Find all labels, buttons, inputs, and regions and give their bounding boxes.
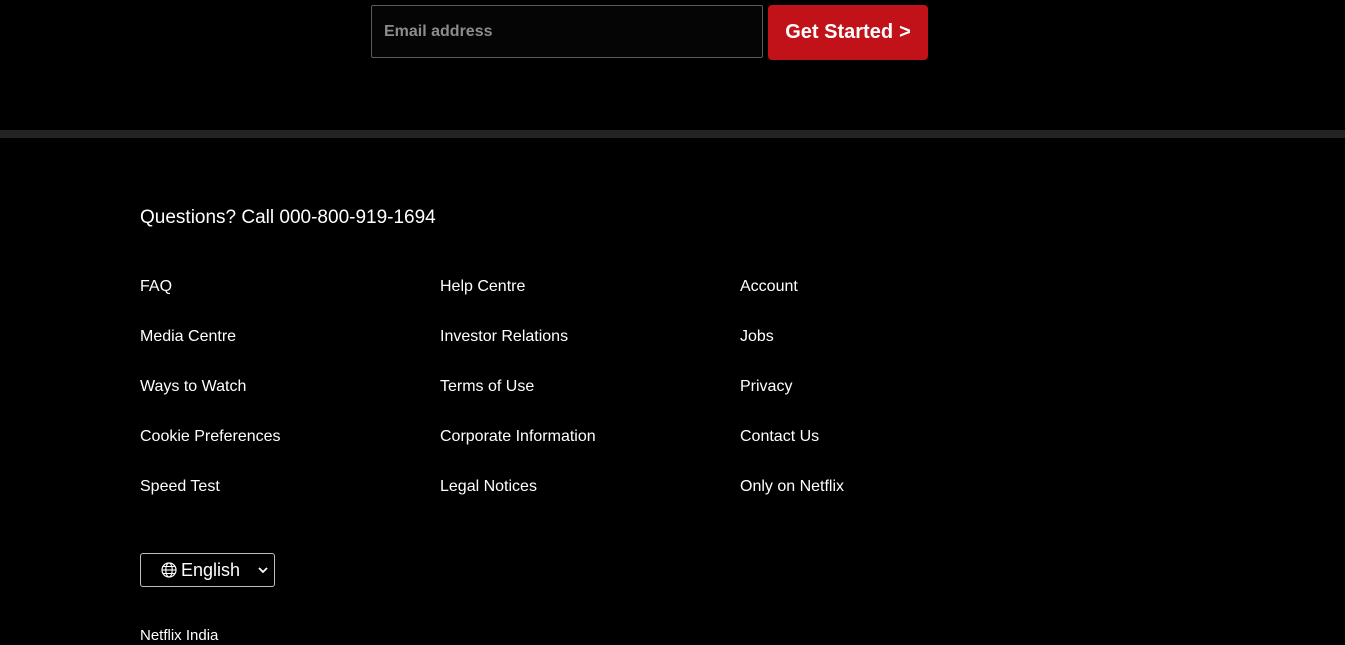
footer-links: FAQ Help Centre Account Media Centre Inv…: [140, 276, 1040, 526]
footer-link-only-on-netflix[interactable]: Only on Netflix: [740, 476, 1040, 526]
email-field-container: [371, 5, 763, 58]
footer-link-cookie-preferences[interactable]: Cookie Preferences: [140, 426, 440, 476]
get-started-label: Get Started: [785, 21, 894, 43]
footer-link-corporate-information[interactable]: Corporate Information: [440, 426, 740, 476]
footer-link-jobs[interactable]: Jobs: [740, 326, 1040, 376]
email-field[interactable]: [372, 6, 762, 57]
footer-link-legal-notices[interactable]: Legal Notices: [440, 476, 740, 526]
get-started-button[interactable]: Get Started >: [768, 5, 928, 60]
chevron-down-icon: [258, 566, 268, 574]
contact-phone-text: Questions? Call 000-800-919-1694: [140, 207, 436, 228]
language-select[interactable]: English: [140, 553, 275, 587]
footer-link-speed-test[interactable]: Speed Test: [140, 476, 440, 526]
footer-link-faq[interactable]: FAQ: [140, 276, 440, 326]
footer-link-help-centre[interactable]: Help Centre: [440, 276, 740, 326]
footer-link-account[interactable]: Account: [740, 276, 1040, 326]
footer-link-privacy[interactable]: Privacy: [740, 376, 1040, 426]
footer-link-contact-us[interactable]: Contact Us: [740, 426, 1040, 476]
footer-link-investor-relations[interactable]: Investor Relations: [440, 326, 740, 376]
section-divider: [0, 130, 1345, 138]
signup-form: Get Started >: [371, 5, 928, 60]
footer-link-terms-of-use[interactable]: Terms of Use: [440, 376, 740, 426]
language-select-value: English: [181, 559, 241, 580]
country-label: Netflix India: [140, 627, 219, 644]
chevron-right-icon: >: [899, 21, 911, 43]
footer-link-media-centre[interactable]: Media Centre: [140, 326, 440, 376]
globe-icon: [161, 562, 177, 578]
footer-link-ways-to-watch[interactable]: Ways to Watch: [140, 376, 440, 426]
